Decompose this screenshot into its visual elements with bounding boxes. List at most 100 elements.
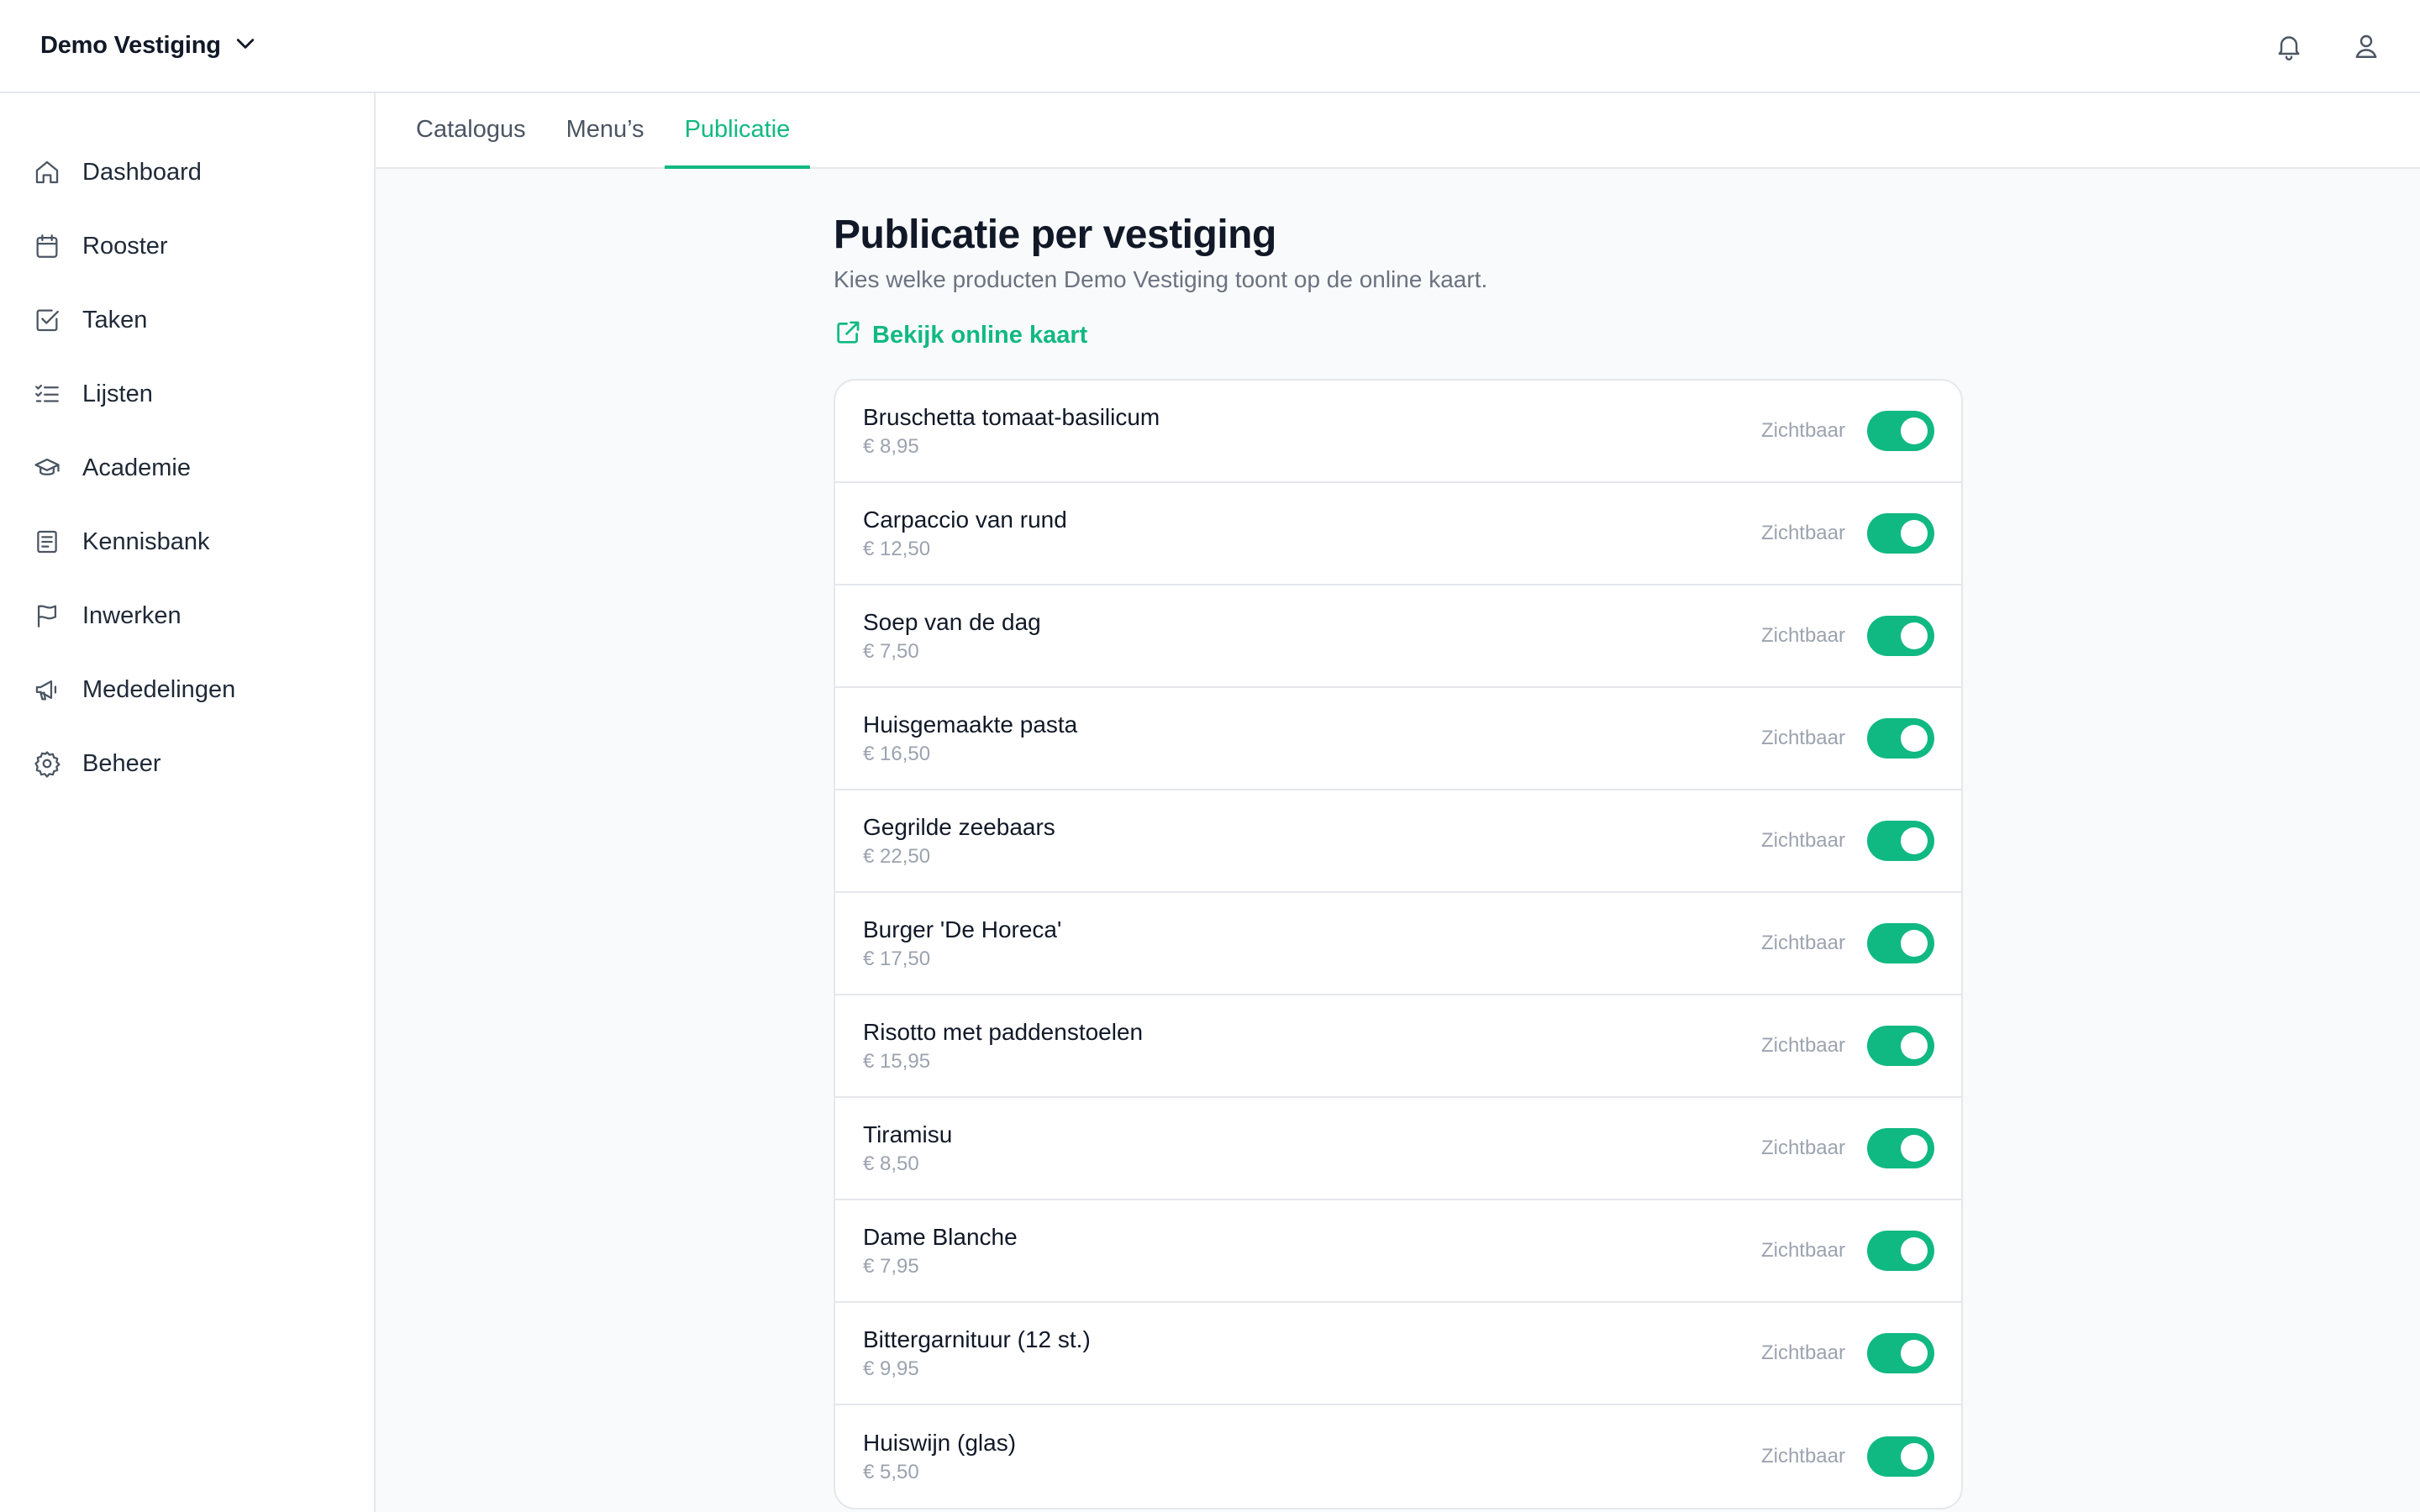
toggle-knob <box>1901 417 1928 444</box>
chevron-down-icon <box>233 31 258 60</box>
sidebar-item-label: Kennisbank <box>82 528 210 555</box>
sidebar-item-academie[interactable]: Academie <box>0 431 374 505</box>
view-online-menu-link[interactable]: Bekijk online kaart <box>834 318 1087 354</box>
product-row: Bruschetta tomaat-basilicum € 8,95 Zicht… <box>835 381 1961 483</box>
sidebar-item-taken[interactable]: Taken <box>0 283 374 357</box>
main-area: Catalogus Menu’s Publicatie Publicatie p… <box>376 93 2420 1512</box>
visibility-control: Zichtbaar <box>1760 1332 1934 1373</box>
book-icon <box>32 527 62 557</box>
visibility-toggle[interactable] <box>1867 717 1934 759</box>
sidebar-item-beheer[interactable]: Beheer <box>0 727 374 801</box>
publication-section: Publicatie per vestiging Kies welke prod… <box>834 211 1963 1509</box>
visibility-toggle[interactable] <box>1867 410 1934 451</box>
visibility-control: Zichtbaar <box>1760 1127 1934 1168</box>
tab-menus[interactable]: Menu’s <box>546 93 665 169</box>
product-price: € 17,50 <box>863 948 931 971</box>
product-name: Bittergarnituur (12 st.) <box>863 1326 1091 1353</box>
page-title: Publicatie per vestiging <box>834 213 1276 257</box>
product-info: Bittergarnituur (12 st.) € 9,95 <box>863 1325 1091 1381</box>
toggle-knob <box>1901 1339 1928 1367</box>
sidebar-item-lijsten[interactable]: Lijsten <box>0 357 374 431</box>
checkbox-icon <box>32 305 62 335</box>
visibility-toggle[interactable] <box>1867 922 1934 963</box>
product-info: Burger 'De Horeca' € 17,50 <box>863 915 1061 971</box>
product-row: Risotto met paddenstoelen € 15,95 Zichtb… <box>835 995 1961 1098</box>
sidebar-item-label: Dashboard <box>82 158 202 186</box>
toggle-knob <box>1901 622 1928 649</box>
header-actions <box>2272 29 2383 63</box>
toggle-knob <box>1901 1032 1928 1059</box>
product-info: Huisgemaakte pasta € 16,50 <box>863 710 1077 766</box>
product-row: Tiramisu € 8,50 Zichtbaar <box>835 1098 1961 1200</box>
location-name: Demo Vestiging <box>40 32 221 59</box>
sidebar-item-rooster[interactable]: Rooster <box>0 209 374 283</box>
product-info: Tiramisu € 8,50 <box>863 1120 952 1176</box>
visibility-toggle[interactable] <box>1867 1127 1934 1168</box>
visibility-toggle[interactable] <box>1867 512 1934 554</box>
visibility-control: Zichtbaar <box>1760 717 1934 759</box>
product-row: Dame Blanche € 7,95 Zichtbaar <box>835 1200 1961 1303</box>
visibility-toggle[interactable] <box>1867 1025 1934 1066</box>
product-price: € 7,95 <box>863 1255 919 1278</box>
toggle-knob <box>1901 724 1928 752</box>
sidebar-item-kennisbank[interactable]: Kennisbank <box>0 505 374 579</box>
product-info: Huiswijn (glas) € 5,50 <box>863 1428 1016 1484</box>
top-header: Demo Vestiging <box>0 0 2420 93</box>
product-row: Carpaccio van rund € 12,50 Zichtbaar <box>835 483 1961 585</box>
page-subtitle: Kies welke producten Demo Vestiging toon… <box>834 265 1488 292</box>
product-price: € 22,50 <box>863 845 931 869</box>
visibility-label: Zichtbaar <box>1760 828 1845 852</box>
tab-catalogus[interactable]: Catalogus <box>396 93 546 169</box>
product-info: Bruschetta tomaat-basilicum € 8,95 <box>863 402 1160 459</box>
visibility-toggle[interactable] <box>1867 615 1934 656</box>
product-price: € 7,50 <box>863 640 919 664</box>
product-info: Gegrilde zeebaars € 22,50 <box>863 812 1055 869</box>
sidebar-item-label: Lijsten <box>82 380 153 407</box>
visibility-toggle[interactable] <box>1867 820 1934 861</box>
sidebar-item-label: Mededelingen <box>82 675 236 703</box>
product-info: Risotto met paddenstoelen € 15,95 <box>863 1017 1143 1074</box>
visibility-label: Zichtbaar <box>1760 1238 1845 1262</box>
toggle-knob <box>1901 519 1928 547</box>
visibility-toggle[interactable] <box>1867 1436 1934 1477</box>
megaphone-icon <box>32 675 62 705</box>
product-name: Tiramisu <box>863 1121 953 1148</box>
bell-icon[interactable] <box>2272 29 2306 63</box>
sidebar-item-mededelingen[interactable]: Mededelingen <box>0 653 374 727</box>
toggle-knob <box>1901 929 1928 957</box>
flag-icon <box>32 601 62 631</box>
visibility-toggle[interactable] <box>1867 1332 1934 1373</box>
toggle-knob <box>1901 827 1928 854</box>
visibility-label: Zichtbaar <box>1760 521 1845 544</box>
product-row: Gegrilde zeebaars € 22,50 Zichtbaar <box>835 790 1961 893</box>
visibility-control: Zichtbaar <box>1761 922 1934 963</box>
visibility-label: Zichtbaar <box>1760 1341 1845 1364</box>
toggle-knob <box>1901 1134 1928 1162</box>
visibility-label: Zichtbaar <box>1760 418 1845 442</box>
visibility-toggle[interactable] <box>1867 1230 1934 1271</box>
location-switcher[interactable]: Demo Vestiging <box>40 31 258 60</box>
visibility-control: Zichtbaar <box>1760 820 1934 861</box>
visibility-label: Zichtbaar <box>1760 726 1845 749</box>
product-list: Bruschetta tomaat-basilicum € 8,95 Zicht… <box>834 378 1963 1509</box>
sidebar-item-dashboard[interactable]: Dashboard <box>0 135 374 209</box>
list-check-icon <box>32 379 62 409</box>
product-name: Dame Blanche <box>863 1224 1018 1251</box>
product-name: Risotto met paddenstoelen <box>863 1019 1144 1046</box>
calendar-icon <box>32 231 62 261</box>
visibility-label: Zichtbaar <box>1760 1136 1845 1159</box>
user-icon[interactable] <box>2349 29 2383 63</box>
tab-bar: Catalogus Menu’s Publicatie <box>376 93 2420 169</box>
product-price: € 5,50 <box>863 1461 919 1484</box>
tab-publicatie[interactable]: Publicatie <box>664 93 811 169</box>
product-info: Soep van de dag € 7,50 <box>863 607 1041 664</box>
visibility-label: Zichtbaar <box>1760 1033 1845 1057</box>
sidebar-item-inwerken[interactable]: Inwerken <box>0 579 374 653</box>
product-info: Carpaccio van rund € 12,50 <box>863 505 1067 561</box>
visibility-control: Zichtbaar <box>1760 615 1934 656</box>
visibility-control: Zichtbaar <box>1760 410 1934 451</box>
toggle-knob <box>1901 1236 1928 1264</box>
visibility-label: Zichtbaar <box>1760 623 1845 647</box>
product-name: Burger 'De Horeca' <box>863 916 1062 943</box>
visibility-label: Zichtbaar <box>1760 1444 1845 1467</box>
